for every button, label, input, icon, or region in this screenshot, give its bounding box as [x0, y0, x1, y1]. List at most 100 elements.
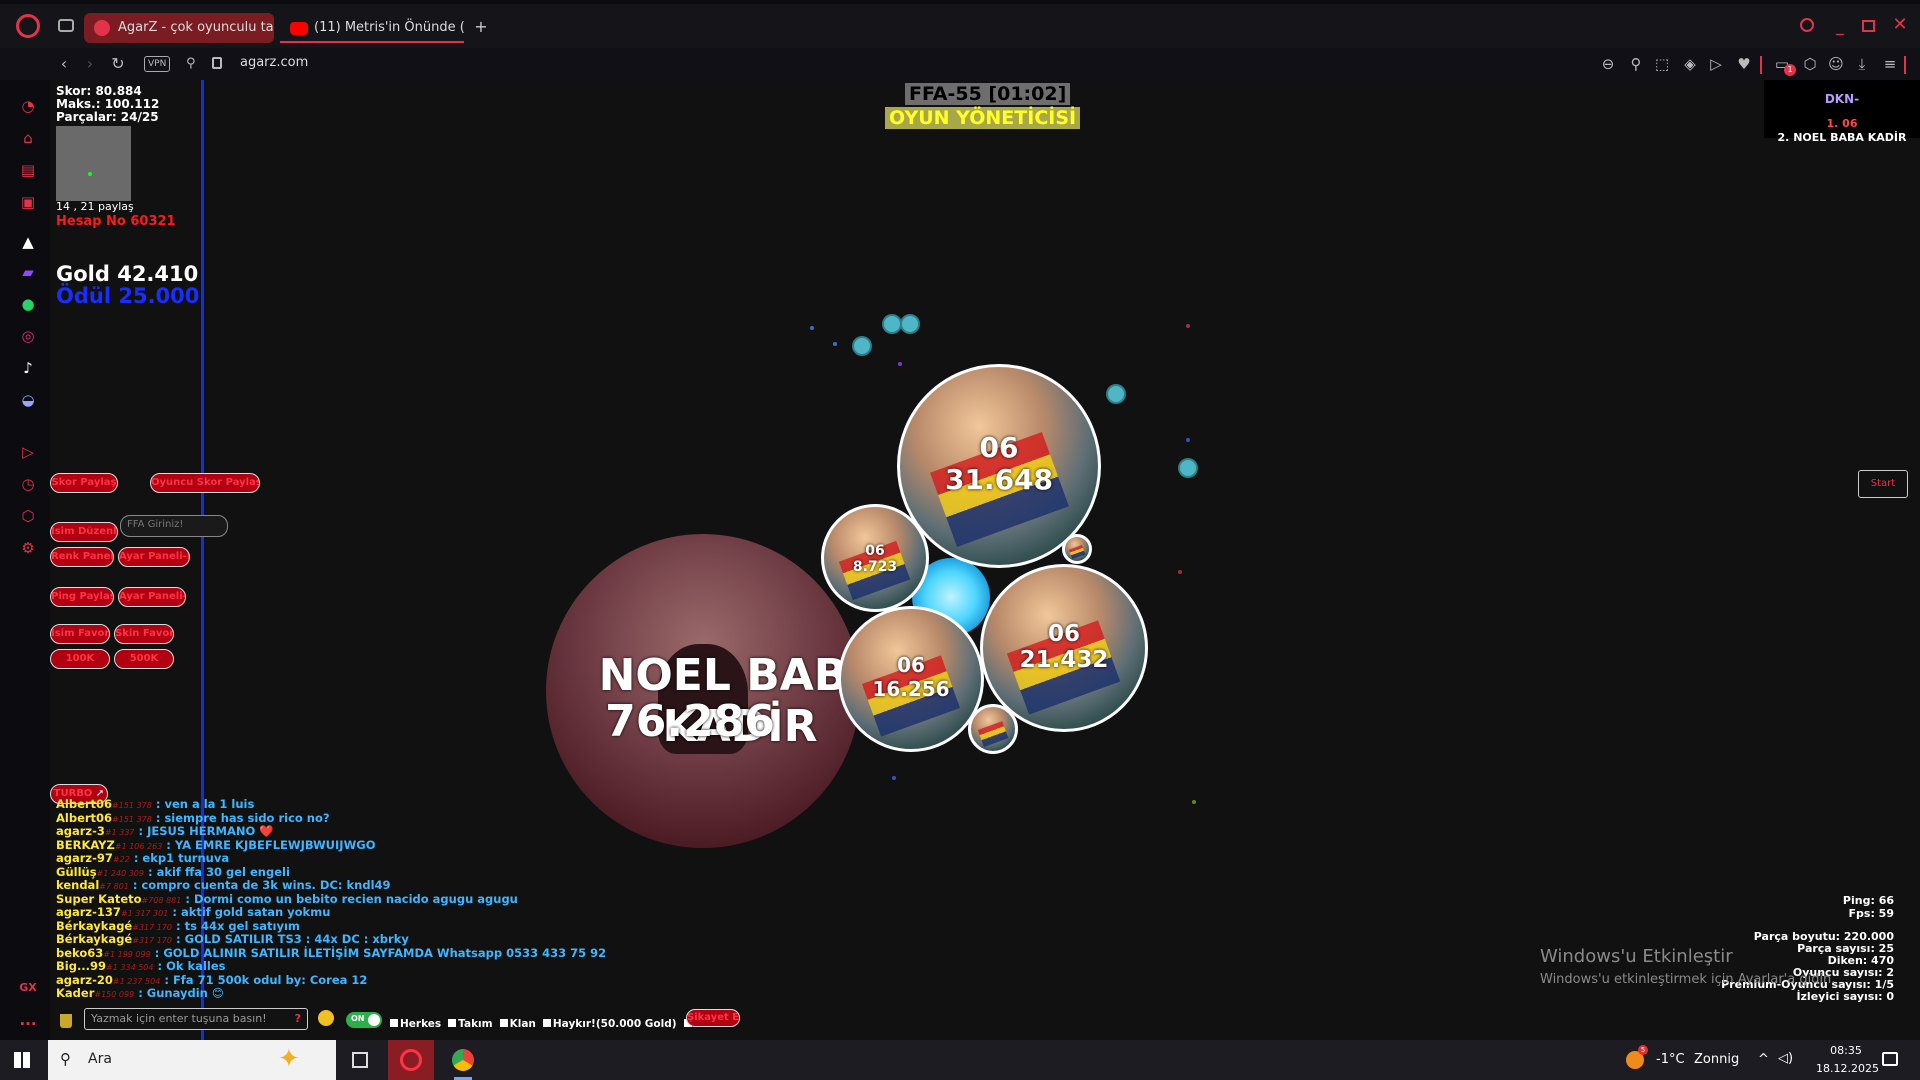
chat-username[interactable]: kendal [56, 878, 99, 892]
chat-username[interactable]: agarz-3 [56, 824, 105, 838]
chat-username[interactable]: agarz-137 [56, 905, 121, 919]
play-icon[interactable]: ▷ [1706, 54, 1726, 74]
game-canvas[interactable]: Skor: 80.884 Maks.: 100.112 Parçalar: 24… [50, 80, 1920, 1040]
500k-button[interactable]: 500K [114, 649, 174, 669]
zoom-out-icon[interactable]: ⊖ [1598, 54, 1618, 74]
ffa-input[interactable]: FFA Giriniz! [120, 515, 228, 537]
gmail-icon[interactable]: ▣ [16, 190, 40, 214]
clock-date[interactable]: 18.12.2025 [1816, 1062, 1879, 1075]
chat-user-id: #1 337 [104, 828, 135, 837]
download-icon[interactable]: ⤓ [1852, 54, 1872, 74]
chat-username[interactable]: Albert06 [56, 797, 112, 811]
chat-line: beko63#1 199 099 : GOLD ALINIR SATILIR İ… [56, 946, 606, 962]
chat-toggle[interactable]: ON [346, 1012, 382, 1028]
vpn-badge[interactable]: VPN [144, 56, 171, 72]
skin-favorite-button[interactable]: Skin Favori [114, 624, 174, 644]
menu-icon[interactable]: ≡ [1880, 54, 1900, 74]
player-icon[interactable]: ▷ [16, 440, 40, 464]
extensions-icon[interactable]: ⬡ [1800, 54, 1820, 74]
color-panel-button[interactable]: Renk Paneli [50, 547, 114, 567]
edit-name-button[interactable]: İsim Düzenle [50, 522, 118, 542]
chat-username[interactable]: Bérkaykagé [56, 919, 132, 933]
search-tabs-icon[interactable] [1800, 18, 1814, 32]
tray-chevron-icon[interactable]: ^ [1758, 1052, 1769, 1067]
gx-corner-icon[interactable]: ⌂ [16, 126, 40, 150]
forward-button[interactable]: › [78, 48, 102, 80]
url-text[interactable]: agarz.com [240, 55, 308, 70]
chat-filter-checkbox[interactable]: Takım [448, 1018, 493, 1030]
emoji-icon[interactable] [318, 1010, 334, 1026]
name-favorite-button[interactable]: İsim Favori [50, 624, 110, 644]
settings-panel-1-button[interactable]: Ayar Paneli-I [118, 547, 190, 567]
new-tab-button[interactable]: + [472, 18, 490, 36]
chat-username[interactable]: agarz-20 [56, 973, 113, 987]
opera-logo-icon[interactable] [16, 14, 40, 38]
chat-filter-checkbox[interactable]: Herkes [390, 1018, 441, 1030]
reload-button[interactable]: ↻ [106, 48, 130, 80]
volume-icon[interactable]: ◁) [1778, 1051, 1793, 1066]
windows-activate-title: Windows'u Etkinleştir [1540, 946, 1733, 967]
chat-filter-checkbox[interactable]: Haykır!(50.000 Gold) [542, 1018, 677, 1030]
back-button[interactable]: ‹ [52, 48, 76, 80]
taskbar-search[interactable]: ⚲ Ara ✦ [48, 1040, 336, 1080]
chat-username[interactable]: Big...99 [56, 959, 106, 973]
start-button[interactable]: Start [1858, 470, 1908, 498]
flag-skin [977, 721, 1009, 748]
chat-username[interactable]: Albert06 [56, 811, 112, 825]
chat-username[interactable]: Bérkaykagé [56, 932, 132, 946]
minimize-button[interactable]: _ [1832, 18, 1848, 34]
weather-temp[interactable]: -1°C [1656, 1052, 1685, 1067]
share-score-button[interactable]: Skor Paylaş [50, 473, 118, 493]
twitch-icon[interactable]: ▰ [16, 260, 40, 284]
chat-username[interactable]: Güllüş [56, 865, 97, 879]
arc-icon[interactable]: ▲ [16, 230, 40, 254]
chat-username[interactable]: Kader [56, 986, 94, 1000]
history-icon[interactable]: ◷ [16, 472, 40, 496]
tab-youtube[interactable]: (11) Metris'in Önünde ( [280, 13, 464, 43]
restore-button[interactable] [1862, 20, 1875, 32]
settings-gear-icon[interactable]: ⚙ [16, 536, 40, 560]
speed-dial-icon[interactable]: ◔ [16, 94, 40, 118]
instagram-icon[interactable]: ◎ [16, 324, 40, 348]
extensions-sidebar-icon[interactable]: ⬡ [16, 504, 40, 528]
settings-panel-2-button[interactable]: Ayar Paneli-2 [118, 587, 186, 607]
task-view-icon[interactable] [352, 1052, 368, 1068]
report-button[interactable]: Şikayet Et [686, 1009, 740, 1027]
share-player-score-button[interactable]: Oyuncu Skor Paylaş [150, 473, 260, 493]
windows-start-icon[interactable] [14, 1052, 30, 1068]
whatsapp-icon[interactable]: ● [16, 292, 40, 316]
chat-username[interactable]: Super Kateto [56, 892, 142, 906]
share-ping-button[interactable]: Ping Paylaş [50, 587, 114, 607]
more-icon[interactable]: ... [16, 1008, 40, 1032]
taskbar-opera-gx[interactable] [388, 1040, 434, 1080]
heart-icon[interactable]: ♥ [1734, 54, 1754, 74]
tiktok-icon[interactable]: ♪ [16, 356, 40, 380]
chat-filter-checkbox[interactable]: Klan [499, 1018, 536, 1030]
notification-icon[interactable] [1882, 1052, 1898, 1066]
clock-time[interactable]: 08:35 [1816, 1044, 1876, 1057]
chat-input[interactable]: Yazmak için enter tuşuna basın! ? [84, 1008, 308, 1030]
coords-share-text[interactable]: 14 , 21 paylaş [56, 200, 134, 213]
gx-label[interactable]: GX [16, 976, 40, 1000]
100k-button[interactable]: 100K [50, 649, 110, 669]
tab-agarz[interactable]: AgarZ - çok oyunculu tara [84, 13, 274, 43]
shield-icon[interactable]: ◈ [1680, 54, 1700, 74]
weather-desc[interactable]: Zonnig [1694, 1052, 1739, 1067]
trash-icon[interactable] [60, 1014, 72, 1028]
taskbar-chrome[interactable] [440, 1040, 486, 1080]
close-window-button[interactable]: ✕ [1890, 15, 1910, 35]
lock-icon[interactable] [212, 57, 222, 69]
profile-icon[interactable]: ☺ [1826, 54, 1846, 74]
extension-link-icon[interactable]: ⚲ [186, 56, 196, 71]
news-icon[interactable]: ▤ [16, 158, 40, 182]
chat-username[interactable]: agarz-97 [56, 851, 113, 865]
snapshot-icon[interactable]: ⬚ [1652, 54, 1672, 74]
tab-workspaces-icon[interactable] [58, 19, 74, 32]
chat-username[interactable]: beko63 [56, 946, 103, 960]
windows-activate-subtitle: Windows'u etkinleştirmek için Ayarlar'a … [1540, 972, 1836, 987]
chat-help-icon[interactable]: ? [295, 1012, 301, 1025]
chat-username[interactable]: BERKAYZ [56, 838, 115, 852]
chat-user-id: #151 378 [112, 801, 152, 810]
pin-icon[interactable]: ⚲ [1626, 54, 1646, 74]
discord-icon[interactable]: ◒ [16, 388, 40, 412]
